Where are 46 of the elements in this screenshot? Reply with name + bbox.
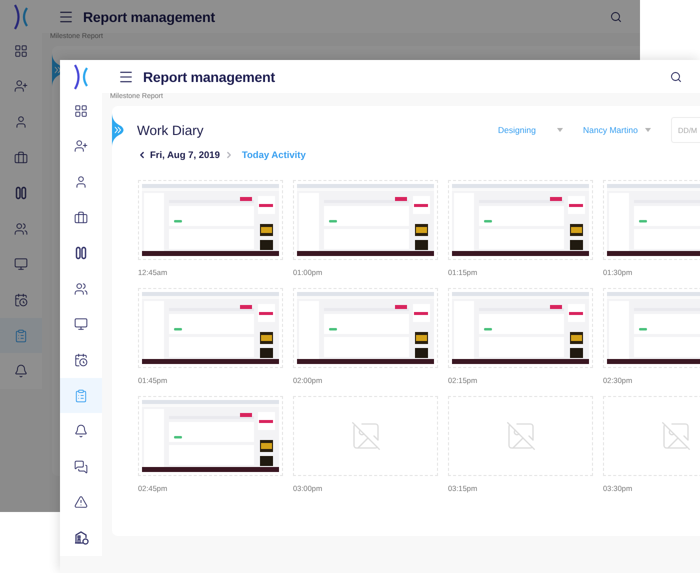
caret-icon [557,128,563,132]
grid-icon [74,104,88,118]
columns-icon [74,246,88,260]
briefcase-icon [74,210,88,225]
search-icon [670,70,682,82]
filter-dropdown[interactable]: Nancy Martino [583,125,651,135]
grid-icon [14,44,28,58]
snapshot-thumbnail[interactable] [293,396,438,476]
add-user-icon [74,139,88,154]
no-image-icon [660,420,692,452]
chat-icon [74,460,88,474]
bell-icon [74,424,88,438]
columns-icon [14,186,28,200]
search-icon [610,10,622,22]
user-icon [74,174,88,189]
today-activity-link[interactable]: Today Activity [242,150,306,160]
calendar-clock-icon [74,352,88,367]
page-title: Report management [83,8,216,24]
clipboard-icon [74,388,88,403]
snapshot-thumbnail[interactable] [448,396,593,476]
search-button[interactable] [670,70,682,82]
clipboard-icon [14,328,28,343]
no-image-icon [504,420,536,452]
search-button[interactable] [610,10,622,22]
chevron-left-icon [137,150,147,160]
bell-icon [14,364,28,378]
briefcase-icon [14,150,28,165]
add-user-icon [14,79,28,94]
logo-icon [13,4,29,30]
warning-icon [74,495,88,510]
users-icon [74,282,88,296]
calendar-clock-icon [14,292,28,307]
user-icon [14,114,28,129]
expand-tab-icon[interactable] [112,113,126,147]
date-label: Fri, Aug 7, 2019 [150,150,220,160]
logo-icon [73,64,89,90]
users-icon [14,222,28,236]
building-icon [74,530,88,546]
previous-day-button[interactable] [137,150,147,160]
caret-icon [645,128,651,132]
card-title: Work Diary [137,122,205,138]
filter-dropdown[interactable]: Designing [498,125,563,135]
monitor-icon [14,257,28,272]
no-image-icon [350,420,382,452]
page-title: Report management [143,68,276,84]
monitor-icon [74,317,88,332]
